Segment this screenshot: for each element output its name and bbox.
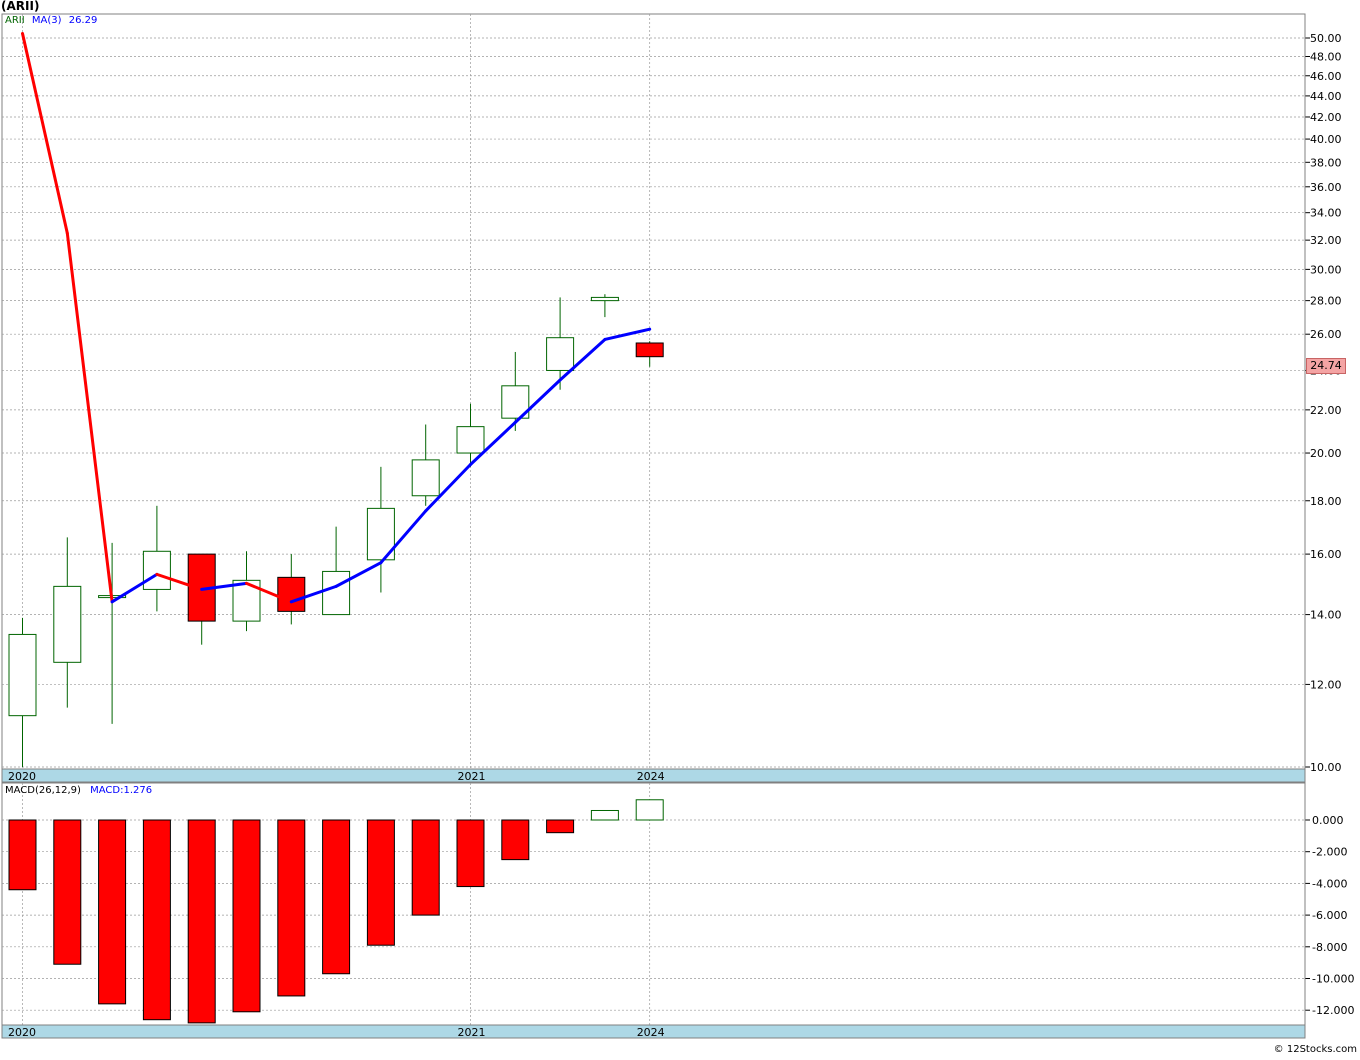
date-axis-label: 2020 — [8, 770, 36, 783]
macd-tick-label: -2.000 — [1312, 846, 1347, 859]
price-tick-label: 20.00 — [1310, 447, 1342, 460]
date-axis-label: 2024 — [637, 770, 665, 783]
macd-bar-negative — [8, 819, 37, 891]
candle-up — [590, 296, 619, 302]
macd-bar-positive — [635, 799, 664, 821]
date-axis-label: 2021 — [458, 770, 486, 783]
macd-tick-label: -10.000 — [1312, 973, 1354, 986]
price-tick-label: 36.00 — [1310, 181, 1342, 194]
macd-tick-label: 0.000 — [1312, 814, 1344, 827]
candle-up — [411, 459, 440, 497]
price-tick-label: 42.00 — [1310, 111, 1342, 124]
macd-legend-label: MACD(26,12,9) — [5, 785, 81, 796]
macd-bar-negative — [501, 819, 530, 861]
date-axis-label: 2024 — [637, 1026, 665, 1039]
macd-bar-negative — [142, 819, 171, 1021]
date-axis-label: 2020 — [8, 1026, 36, 1039]
price-tick-label: 28.00 — [1310, 295, 1342, 308]
price-tick-label: 48.00 — [1310, 50, 1342, 63]
macd-tick-label: -4.000 — [1312, 877, 1347, 890]
candle-down — [277, 576, 306, 612]
candle-up — [142, 550, 171, 590]
candle-up — [322, 570, 351, 616]
credit-text: © 12Stocks.com — [1273, 1044, 1357, 1055]
chart-svg: 10.0012.0014.0016.0018.0020.0022.0024.00… — [1, 13, 1354, 1039]
macd-legend-value: MACD:1.276 — [90, 785, 153, 796]
last-price-tag: 24.74 — [1306, 358, 1346, 374]
macd-bar-negative — [232, 819, 261, 1013]
macd-tick-label: -12.000 — [1312, 1004, 1354, 1017]
chart-root: 10.0012.0014.0016.0018.0020.0022.0024.00… — [0, 0, 1360, 1056]
price-tick-label: 34.00 — [1310, 207, 1342, 220]
macd-tick-label: -6.000 — [1312, 909, 1347, 922]
price-tick-label: 44.00 — [1310, 90, 1342, 103]
candle-up — [546, 337, 575, 371]
candle-up — [456, 426, 485, 454]
price-tick-label: 26.00 — [1310, 328, 1342, 341]
price-tick-label: 18.00 — [1310, 495, 1342, 508]
price-tick-label: 32.00 — [1310, 234, 1342, 247]
price-legend: ARII MA(3) 26.29 — [5, 15, 97, 26]
macd-bar-negative — [366, 819, 395, 946]
macd-bar-negative — [53, 819, 82, 965]
price-tick-label: 16.00 — [1310, 548, 1342, 561]
price-panel — [1, 13, 1306, 770]
macd-bar-negative — [322, 819, 351, 975]
candle-up — [8, 633, 37, 717]
macd-bar-negative — [187, 819, 216, 1024]
price-tick-label: 22.00 — [1310, 404, 1342, 417]
macd-bar-negative — [411, 819, 440, 916]
price-legend-symbol: ARII — [5, 15, 25, 26]
macd-bar-negative — [546, 819, 575, 834]
macd-bar-negative — [98, 819, 127, 1005]
ma-legend-value: 26.29 — [68, 15, 98, 26]
macd-tick-label: -8.000 — [1312, 941, 1347, 954]
macd-legend: MACD(26,12,9) MACD:1.276 — [5, 785, 152, 796]
macd-bar-negative — [277, 819, 306, 997]
ma-legend-label: MA(3) — [31, 15, 62, 26]
price-tick-label: 10.00 — [1310, 761, 1342, 774]
price-tick-label: 14.00 — [1310, 609, 1342, 622]
price-tick-label: 12.00 — [1310, 678, 1342, 691]
price-tick-label: 38.00 — [1310, 156, 1342, 169]
candle-up — [53, 585, 82, 663]
price-tick-label: 40.00 — [1310, 133, 1342, 146]
macd-bar-negative — [456, 819, 485, 888]
price-tick-label: 46.00 — [1310, 70, 1342, 83]
candle-down — [635, 342, 664, 358]
chart-title: (ARII) — [1, 0, 40, 13]
macd-bar-positive — [590, 809, 619, 821]
price-tick-label: 50.00 — [1310, 32, 1342, 45]
date-axis-label: 2021 — [458, 1026, 486, 1039]
price-tick-label: 30.00 — [1310, 263, 1342, 276]
